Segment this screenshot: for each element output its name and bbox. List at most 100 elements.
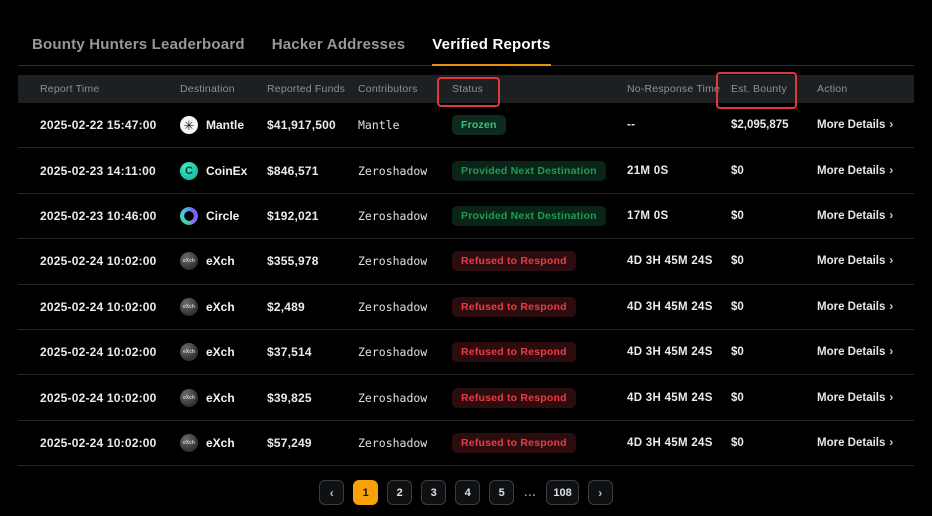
est-bounty: $0 xyxy=(731,210,817,222)
est-bounty: $0 xyxy=(731,392,817,404)
destination-name: CoinEx xyxy=(206,164,247,178)
table-row: 2025-02-24 10:02:00 eXch $2,489 Zeroshad… xyxy=(18,285,914,330)
report-time: 2025-02-24 10:02:00 xyxy=(40,300,180,314)
destination-cell: eXch xyxy=(180,343,267,361)
no-response-time: 4D 3H 45M 24S xyxy=(627,392,731,404)
more-details-link[interactable]: More Details› xyxy=(817,437,893,449)
circle-icon xyxy=(180,207,198,225)
est-bounty: $0 xyxy=(731,301,817,313)
mantle-icon xyxy=(180,116,198,134)
pagination-page-108[interactable]: 108 xyxy=(546,480,578,505)
status-badge: Refused to Respond xyxy=(452,433,576,453)
chevron-right-icon: › xyxy=(889,346,893,358)
destination-name: Mantle xyxy=(206,118,244,132)
est-bounty: $0 xyxy=(731,255,817,267)
destination-name: eXch xyxy=(206,300,235,314)
column-header-report-time: Report Time xyxy=(40,83,180,95)
table-row: 2025-02-24 10:02:00 eXch $37,514 Zerosha… xyxy=(18,330,914,375)
status-cell: Refused to Respond xyxy=(452,433,627,453)
pagination-page-1[interactable]: 1 xyxy=(353,480,378,505)
table-row: 2025-02-24 10:02:00 eXch $355,978 Zerosh… xyxy=(18,239,914,284)
destination-name: eXch xyxy=(206,254,235,268)
status-badge: Provided Next Destination xyxy=(452,161,606,181)
table-row: 2025-02-24 10:02:00 eXch $39,825 Zerosha… xyxy=(18,375,914,420)
more-details-link[interactable]: More Details› xyxy=(817,119,893,131)
no-response-time: 4D 3H 45M 24S xyxy=(627,346,731,358)
column-header-reported-funds: Reported Funds xyxy=(267,83,358,95)
exch-icon xyxy=(180,252,198,270)
column-header-action: Action xyxy=(817,83,892,95)
no-response-time: -- xyxy=(627,119,731,131)
est-bounty: $0 xyxy=(731,437,817,449)
status-badge: Provided Next Destination xyxy=(452,206,606,226)
status-cell: Frozen xyxy=(452,115,627,135)
no-response-time: 4D 3H 45M 24S xyxy=(627,255,731,267)
no-response-time: 4D 3H 45M 24S xyxy=(627,301,731,313)
coinex-icon xyxy=(180,162,198,180)
report-time: 2025-02-23 14:11:00 xyxy=(40,164,180,178)
more-details-link[interactable]: More Details› xyxy=(817,210,893,222)
status-badge: Frozen xyxy=(452,115,506,135)
exch-icon xyxy=(180,389,198,407)
pagination-page-4[interactable]: 4 xyxy=(455,480,480,505)
destination-cell: eXch xyxy=(180,389,267,407)
table-row: 2025-02-24 10:02:00 eXch $57,249 Zerosha… xyxy=(18,421,914,466)
chevron-right-icon: › xyxy=(889,165,893,177)
contributor-name: Zeroshadow xyxy=(358,254,452,268)
exch-icon xyxy=(180,343,198,361)
chevron-right-icon: › xyxy=(889,119,893,131)
table-row: 2025-02-23 14:11:00 CoinEx $846,571 Zero… xyxy=(18,148,914,193)
pagination-next-button[interactable]: › xyxy=(588,480,613,505)
status-badge: Refused to Respond xyxy=(452,388,576,408)
pagination-page-5[interactable]: 5 xyxy=(489,480,514,505)
status-cell: Refused to Respond xyxy=(452,342,627,362)
contributor-name: Zeroshadow xyxy=(358,209,452,223)
report-time: 2025-02-22 15:47:00 xyxy=(40,118,180,132)
destination-cell: eXch xyxy=(180,434,267,452)
pagination-prev-button[interactable]: ‹ xyxy=(319,480,344,505)
more-details-link[interactable]: More Details› xyxy=(817,346,893,358)
column-header-destination: Destination xyxy=(180,83,267,95)
reported-funds: $2,489 xyxy=(267,300,358,314)
pagination-ellipsis: ... xyxy=(523,487,537,499)
destination-name: Circle xyxy=(206,209,239,223)
status-cell: Provided Next Destination xyxy=(452,206,627,226)
more-details-link[interactable]: More Details› xyxy=(817,392,893,404)
reported-funds: $39,825 xyxy=(267,391,358,405)
tab-bounty-hunters-leaderboard[interactable]: Bounty Hunters Leaderboard xyxy=(32,36,245,65)
status-cell: Refused to Respond xyxy=(452,251,627,271)
report-time: 2025-02-24 10:02:00 xyxy=(40,345,180,359)
contributor-name: Zeroshadow xyxy=(358,345,452,359)
reported-funds: $37,514 xyxy=(267,345,358,359)
chevron-right-icon: › xyxy=(889,255,893,267)
chevron-right-icon: › xyxy=(889,210,893,222)
report-time: 2025-02-24 10:02:00 xyxy=(40,254,180,268)
more-details-link[interactable]: More Details› xyxy=(817,165,893,177)
status-cell: Refused to Respond xyxy=(452,297,627,317)
pagination-page-3[interactable]: 3 xyxy=(421,480,446,505)
pagination: ‹ 12345... 108 › xyxy=(18,480,914,505)
reported-funds: $41,917,500 xyxy=(267,118,358,132)
est-bounty: $2,095,875 xyxy=(731,119,817,131)
chevron-right-icon: › xyxy=(889,392,893,404)
destination-name: eXch xyxy=(206,391,235,405)
pagination-page-2[interactable]: 2 xyxy=(387,480,412,505)
more-details-link[interactable]: More Details› xyxy=(817,301,893,313)
contributor-name: Zeroshadow xyxy=(358,164,452,178)
verified-reports-page: Bounty Hunters Leaderboard Hacker Addres… xyxy=(0,0,932,516)
table-row: 2025-02-23 10:46:00 Circle $192,021 Zero… xyxy=(18,194,914,239)
status-badge: Refused to Respond xyxy=(452,297,576,317)
report-time: 2025-02-24 10:02:00 xyxy=(40,436,180,450)
tab-hacker-addresses[interactable]: Hacker Addresses xyxy=(272,36,406,65)
status-badge: Refused to Respond xyxy=(452,342,576,362)
contributor-name: Zeroshadow xyxy=(358,391,452,405)
tab-verified-reports[interactable]: Verified Reports xyxy=(432,36,550,65)
no-response-time: 21M 0S xyxy=(627,165,731,177)
destination-name: eXch xyxy=(206,345,235,359)
more-details-link[interactable]: More Details› xyxy=(817,255,893,267)
destination-cell: eXch xyxy=(180,252,267,270)
column-header-status: Status xyxy=(452,83,627,95)
est-bounty: $0 xyxy=(731,346,817,358)
status-cell: Refused to Respond xyxy=(452,388,627,408)
destination-cell: Mantle xyxy=(180,116,267,134)
